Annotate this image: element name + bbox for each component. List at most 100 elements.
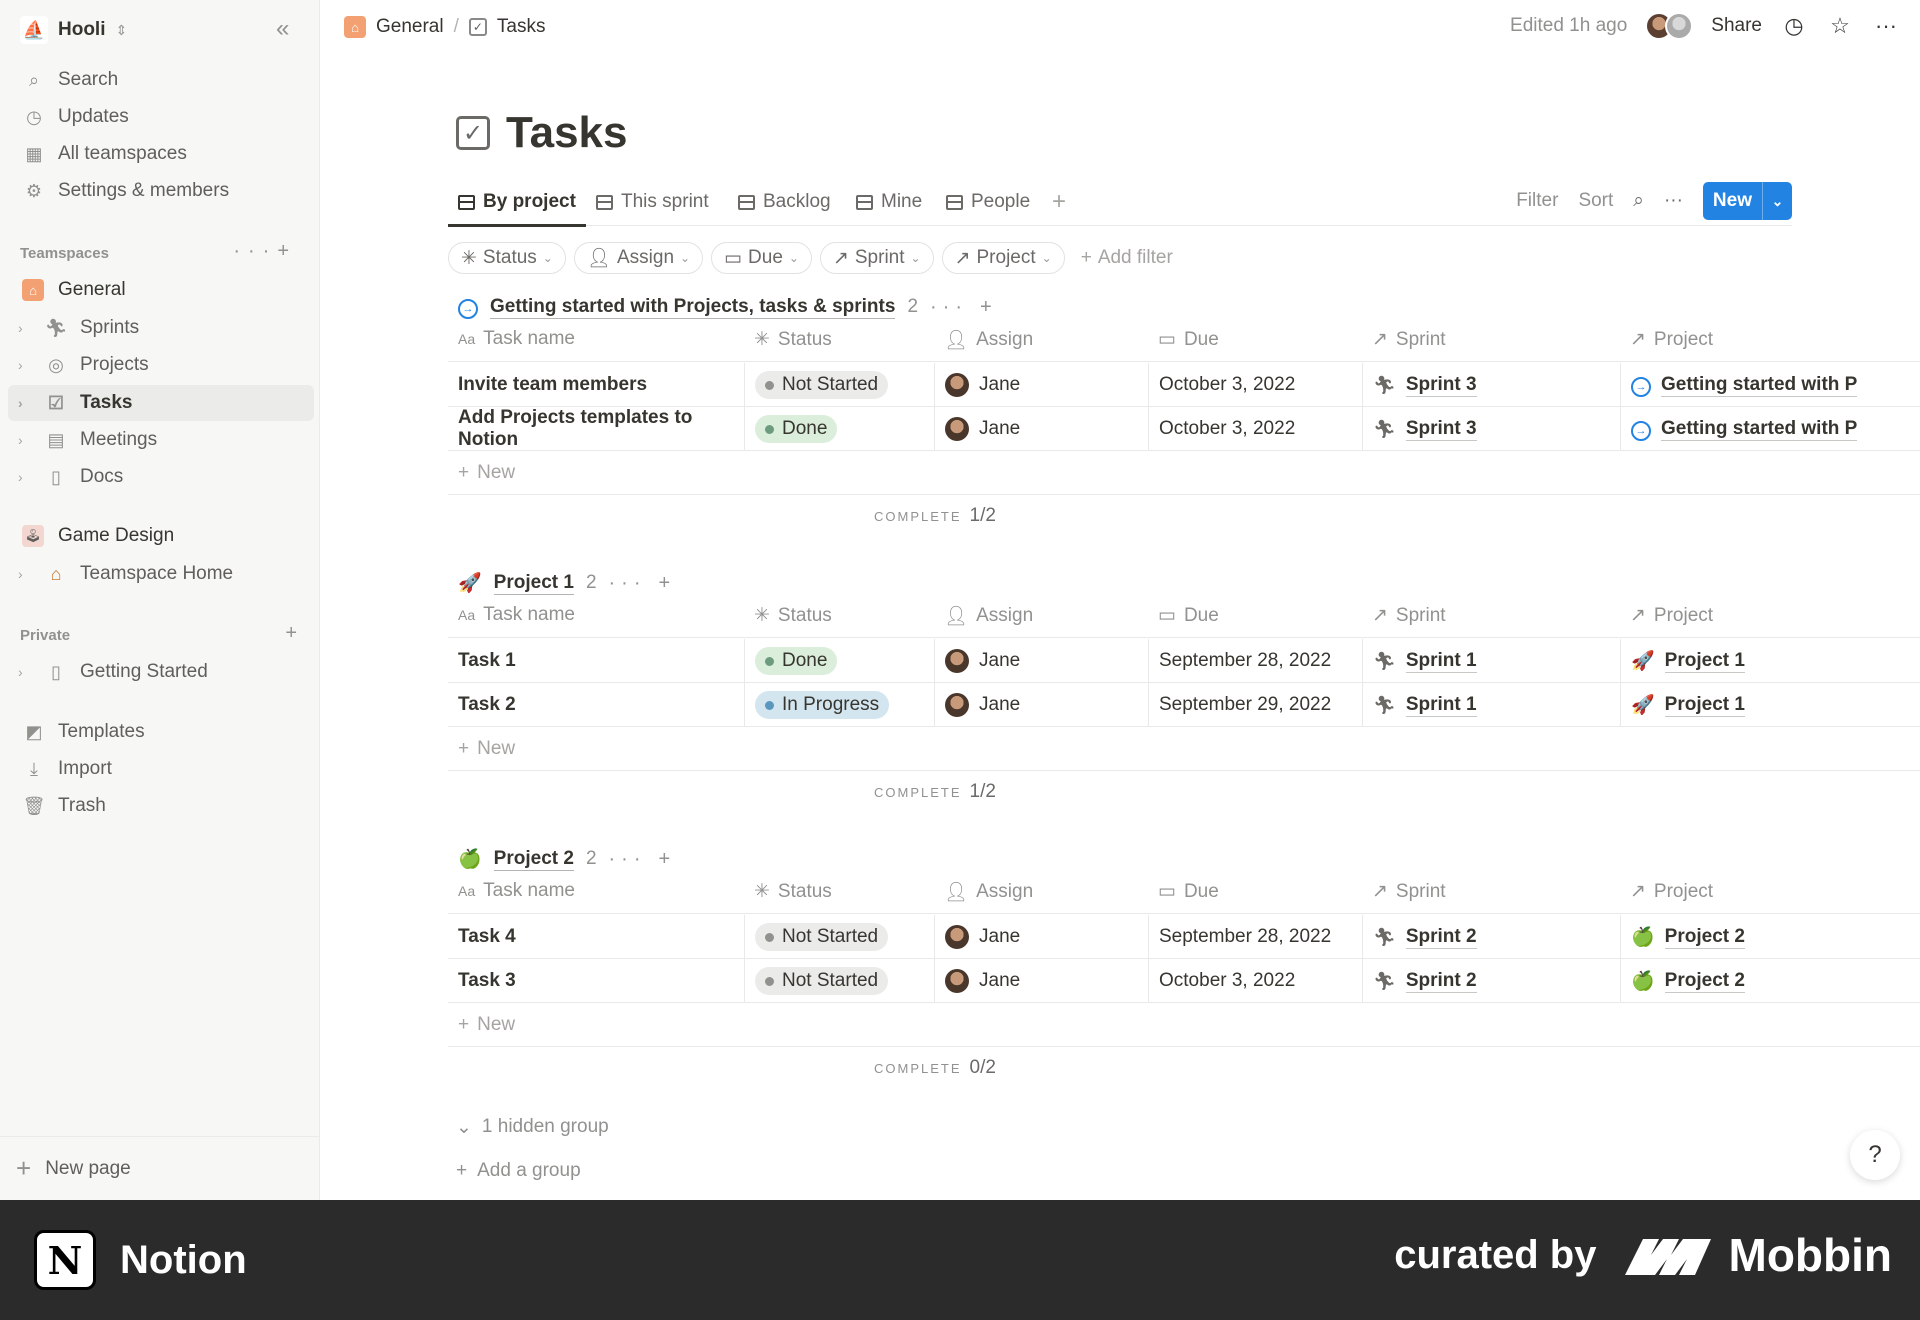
collapse-sidebar-icon[interactable]: « bbox=[276, 16, 289, 42]
sprint-link[interactable]: Sprint 1 bbox=[1405, 650, 1477, 673]
help-button[interactable]: ? bbox=[1850, 1130, 1900, 1180]
project-link[interactable]: Getting started with P bbox=[1661, 374, 1858, 397]
group-name[interactable]: Getting started with Projects, tasks & s… bbox=[490, 296, 896, 319]
plus-icon[interactable]: + bbox=[277, 240, 297, 262]
more-icon[interactable]: ··· bbox=[609, 848, 647, 871]
completion-summary[interactable]: COMPLETE 1/2 bbox=[874, 781, 996, 803]
status-cell[interactable]: Done bbox=[744, 639, 934, 683]
column-header[interactable]: ↗ Project bbox=[1630, 604, 1713, 627]
table-row[interactable]: Task 4 Not Started Jane September 28, 2022 🏃… bbox=[448, 915, 1920, 959]
table-row[interactable]: Task 2 In Progress Jane September 29, 2022 🏃… bbox=[448, 683, 1920, 727]
table-row[interactable]: Add Projects templates to Notion Done Jane… bbox=[448, 407, 1920, 451]
due-cell[interactable]: September 29, 2022 bbox=[1148, 683, 1362, 727]
tab-by-project[interactable]: By project bbox=[458, 188, 576, 216]
table-row[interactable]: Task 1 Done Jane September 28, 2022 🏃︎ Sprint… bbox=[448, 639, 1920, 683]
status-cell[interactable]: Not Started bbox=[744, 959, 934, 1003]
sprint-cell[interactable]: 🏃︎ Sprint 1 bbox=[1362, 683, 1620, 727]
sprint-link[interactable]: Sprint 1 bbox=[1405, 694, 1477, 717]
workspace-switcher[interactable]: ⛵ Hooli ⇕ bbox=[20, 14, 127, 46]
filter-button[interactable]: Filter bbox=[1516, 190, 1558, 212]
chevron-right-icon[interactable]: › bbox=[18, 357, 34, 373]
add-group-button[interactable]: + Add a group bbox=[456, 1160, 581, 1182]
sidebar-item-teamspace-home[interactable]: › ⌂ Teamspace Home bbox=[8, 556, 314, 592]
tab-mine[interactable]: Mine bbox=[856, 188, 922, 216]
sidebar-item-import[interactable]: ⤓ Import bbox=[8, 751, 314, 787]
project-cell[interactable]: → Getting started with P bbox=[1620, 363, 1920, 407]
filter-status[interactable]: ✳︎ Status ⌄ bbox=[448, 242, 566, 274]
breadcrumb-tasks[interactable]: Tasks bbox=[497, 16, 546, 38]
status-cell[interactable]: In Progress bbox=[744, 683, 934, 727]
column-header[interactable]: ▭ Due bbox=[1158, 880, 1219, 903]
sidebar-item-game-design[interactable]: 🕹︎ Game Design bbox=[8, 518, 314, 554]
filter-due[interactable]: ▭ Due ⌄ bbox=[711, 242, 812, 274]
sidebar-item-templates[interactable]: ◩ Templates bbox=[8, 714, 314, 750]
project-link[interactable]: Project 1 bbox=[1664, 694, 1745, 717]
task-name-cell[interactable]: Task 2 bbox=[448, 683, 744, 727]
column-header[interactable]: ▭ Due bbox=[1158, 328, 1219, 351]
sprint-cell[interactable]: 🏃︎ Sprint 3 bbox=[1362, 407, 1620, 451]
project-cell[interactable]: 🚀 Project 1 bbox=[1620, 683, 1920, 727]
column-header[interactable]: 👤︎ Assign bbox=[944, 328, 1033, 352]
sidebar-item-projects[interactable]: › ◎ Projects bbox=[8, 347, 314, 383]
status-cell[interactable]: Done bbox=[744, 407, 934, 451]
filter-sprint[interactable]: ↗ Sprint ⌄ bbox=[819, 242, 934, 274]
column-header[interactable]: ↗ Sprint bbox=[1372, 328, 1446, 351]
new-button-label[interactable]: New bbox=[1703, 182, 1762, 220]
column-header[interactable]: ▭ Due bbox=[1158, 604, 1219, 627]
task-name-cell[interactable]: Task 3 bbox=[448, 959, 744, 1003]
sprint-link[interactable]: Sprint 3 bbox=[1405, 418, 1477, 441]
new-page-button[interactable]: + New page bbox=[0, 1136, 320, 1200]
table-row[interactable]: Invite team members Not Started Jane Octobe… bbox=[448, 363, 1920, 407]
sidebar-item-general[interactable]: ⌂ General bbox=[8, 272, 314, 308]
project-link[interactable]: Project 1 bbox=[1664, 650, 1745, 673]
sidebar-item-tasks[interactable]: › ☑ Tasks bbox=[8, 385, 314, 421]
task-name-cell[interactable]: Invite team members bbox=[448, 363, 744, 407]
filter-project[interactable]: ↗ Project ⌄ bbox=[941, 242, 1065, 274]
task-name-cell[interactable]: Task 1 bbox=[448, 639, 744, 683]
due-cell[interactable]: October 3, 2022 bbox=[1148, 959, 1362, 1003]
chevron-right-icon[interactable]: › bbox=[18, 395, 34, 411]
sprint-cell[interactable]: 🏃︎ Sprint 3 bbox=[1362, 363, 1620, 407]
more-icon[interactable]: ··· bbox=[1664, 190, 1683, 212]
sidebar-item-trash[interactable]: 🗑︎ Trash bbox=[8, 788, 314, 824]
project-cell[interactable]: 🍏 Project 2 bbox=[1620, 959, 1920, 1003]
status-cell[interactable]: Not Started bbox=[744, 363, 934, 407]
project-cell[interactable]: 🚀 Project 1 bbox=[1620, 639, 1920, 683]
project-link[interactable]: Getting started with P bbox=[1661, 418, 1858, 441]
sprint-link[interactable]: Sprint 2 bbox=[1405, 970, 1477, 993]
column-header[interactable]: Aa Task name bbox=[458, 880, 575, 902]
sprint-cell[interactable]: 🏃︎ Sprint 2 bbox=[1362, 959, 1620, 1003]
teamspaces-actions[interactable]: ···+ bbox=[233, 240, 297, 263]
project-cell[interactable]: → Getting started with P bbox=[1620, 407, 1920, 451]
sprint-link[interactable]: Sprint 3 bbox=[1405, 374, 1477, 397]
column-header[interactable]: ✳︎ Status bbox=[754, 604, 832, 627]
column-header[interactable]: Aa Task name bbox=[458, 604, 575, 626]
sidebar-item-meetings[interactable]: › ▤ Meetings bbox=[8, 422, 314, 458]
status-cell[interactable]: Not Started bbox=[744, 915, 934, 959]
sidebar-item-sprints[interactable]: › 🏃︎ Sprints bbox=[8, 310, 314, 346]
sprint-cell[interactable]: 🏃︎ Sprint 2 bbox=[1362, 915, 1620, 959]
filter-assign[interactable]: 👤︎ Assign ⌄ bbox=[573, 242, 704, 274]
group-name[interactable]: Project 2 bbox=[493, 848, 574, 871]
star-icon[interactable]: ☆ bbox=[1826, 13, 1854, 39]
search-icon[interactable]: ⌕ bbox=[1633, 190, 1644, 212]
project-cell[interactable]: 🍏 Project 2 bbox=[1620, 915, 1920, 959]
project-link[interactable]: Project 2 bbox=[1664, 926, 1745, 949]
chevron-right-icon[interactable]: › bbox=[18, 320, 34, 336]
table-row[interactable]: Task 3 Not Started Jane October 3, 2022 🏃︎ Sp… bbox=[448, 959, 1920, 1003]
project-link[interactable]: Project 2 bbox=[1664, 970, 1745, 993]
add-row-button[interactable]: + New bbox=[448, 727, 1920, 771]
assign-cell[interactable]: Jane bbox=[934, 915, 1148, 959]
group-name[interactable]: Project 1 bbox=[493, 572, 574, 595]
column-header[interactable]: ↗ Project bbox=[1630, 328, 1713, 351]
column-header[interactable]: Aa Task name bbox=[458, 328, 575, 350]
more-icon[interactable]: ··· bbox=[233, 240, 277, 262]
due-cell[interactable]: October 3, 2022 bbox=[1148, 407, 1362, 451]
plus-icon[interactable]: + bbox=[659, 848, 677, 871]
plus-icon[interactable]: + bbox=[659, 572, 677, 595]
column-header[interactable]: ↗ Project bbox=[1630, 880, 1713, 903]
assign-cell[interactable]: Jane bbox=[934, 639, 1148, 683]
assign-cell[interactable]: Jane bbox=[934, 683, 1148, 727]
sidebar-item-settings[interactable]: ⚙ Settings & members bbox=[8, 173, 314, 209]
hidden-group-toggle[interactable]: ⌄ 1 hidden group bbox=[456, 1116, 609, 1139]
